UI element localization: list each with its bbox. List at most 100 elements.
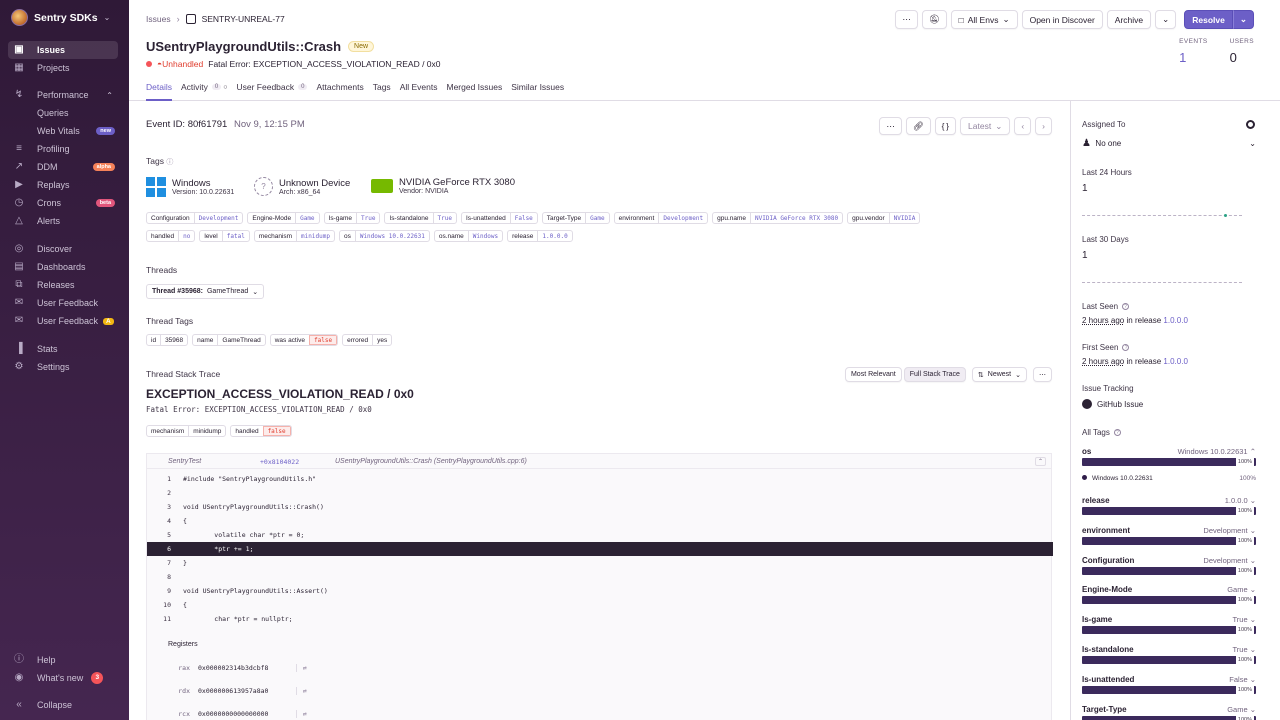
tab-user-feedback[interactable]: User Feedback 0 (236, 82, 308, 100)
resolve-button[interactable]: Resolve (1184, 10, 1233, 29)
tag-mechanism[interactable]: mechanism minidump (146, 425, 227, 437)
prev-event-button[interactable]: ‹ (1014, 117, 1032, 135)
sidebar-item-user-feedback[interactable]: ✉ User Feedback A (0, 312, 129, 330)
assignee-selector[interactable]: ♟ No one ⌄ (1082, 138, 1256, 149)
tab-all-events[interactable]: All Events (400, 82, 438, 100)
highlighted-code-line: 6 *ptr += 1; (147, 542, 1053, 556)
tab-activity[interactable]: Activity 0 ○ (181, 82, 228, 100)
help-icon: ? (1122, 344, 1130, 351)
tag-errored[interactable]: errored yes (342, 334, 393, 346)
tag-level[interactable]: level fatal (199, 230, 250, 242)
tag-is-unattended[interactable]: Is-unattended False (460, 212, 538, 224)
gear-icon[interactable] (1246, 120, 1255, 129)
tag-is-standalone[interactable]: Is-standalone True (384, 212, 457, 224)
events-value[interactable]: 1 (1179, 50, 1207, 65)
env-selector[interactable]: □ All Envs ⌄ (950, 10, 1018, 29)
sidebar-item-alerts[interactable]: △ Alerts (0, 212, 129, 230)
tag-distribution-environment[interactable]: environment Development ⌄ 100% (1082, 526, 1256, 545)
thread-selector[interactable]: Thread #35968: GameThread ⌄ (146, 284, 265, 299)
tag-value: Development (193, 213, 243, 223)
tag-environment[interactable]: environment Development (613, 212, 709, 224)
tag-was-active[interactable]: was active false (269, 334, 339, 346)
tag-distribution-is-game[interactable]: Is-game True ⌄ 100% (1082, 615, 1256, 635)
sidebar-item-replays[interactable]: ▶ Replays (0, 176, 129, 194)
tag-handled[interactable]: handled no (146, 230, 196, 242)
tag-top-value: True ⌄ (1232, 615, 1256, 624)
sidebar-item-discover[interactable]: ◎ Discover (0, 240, 129, 258)
tag-os[interactable]: os Windows 10.0.22631 (338, 230, 430, 242)
tag-target-type[interactable]: Target-Type Game (541, 212, 610, 224)
tag-is-game[interactable]: Is-game True (323, 212, 381, 224)
stack-more-button[interactable]: ⋯ (1033, 367, 1052, 382)
resolve-dropdown-button[interactable]: ⌄ (1232, 10, 1254, 29)
event-more-button[interactable]: ⋯ (879, 117, 902, 135)
sidebar-item-web-vitals[interactable]: Web Vitals new (0, 122, 129, 140)
sidebar-item-help[interactable]: ⓘ Help (0, 651, 129, 669)
sidebar-item-dashboards[interactable]: ▤ Dashboards (0, 258, 129, 276)
sidebar-item-releases[interactable]: ⧉ Releases (0, 276, 129, 294)
tag-os-name[interactable]: os.name Windows (433, 230, 504, 242)
tag-distribution-target-type[interactable]: Target-Type Game ⌄ 100% (1082, 705, 1256, 720)
tab-merged-issues[interactable]: Merged Issues (446, 82, 502, 100)
sidebar-item-queries[interactable]: Queries (0, 104, 129, 122)
org-switcher[interactable]: Sentry SDKs ⌄ (11, 9, 110, 26)
stack-frame-header[interactable]: SentryTest +0x8104022 USentryPlaygroundU… (147, 454, 1051, 469)
first-seen-release[interactable]: 1.0.0.0 (1163, 357, 1187, 366)
register-toggle-icon[interactable]: ⇄ (296, 663, 307, 672)
tag-distribution-is-standalone[interactable]: Is-standalone True ⌄ 100% (1082, 645, 1256, 664)
tag-distribution-release[interactable]: release 1.0.0.0 ⌄ 100% (1082, 496, 1256, 515)
sidebar-item-settings[interactable]: ⚙ Settings (0, 358, 129, 376)
sidebar-item-performance[interactable]: ↯ Performance ⌃ (0, 86, 129, 104)
breadcrumb-issues[interactable]: Issues (146, 14, 171, 24)
latest-event-button[interactable]: Latest ⌄ (960, 117, 1011, 135)
last-seen-release[interactable]: 1.0.0.0 (1163, 316, 1187, 325)
tag-distribution-engine-mode[interactable]: Engine-Mode Game ⌄ 100% (1082, 585, 1256, 605)
event-id-value[interactable]: 80f61791 (188, 119, 228, 130)
sidebar-item-stats[interactable]: ▐ Stats (0, 340, 129, 358)
sidebar-item-label: User Feedback (37, 298, 99, 308)
tag-release[interactable]: release 1.0.0.0 (507, 230, 573, 242)
tab-tags[interactable]: Tags (373, 82, 391, 100)
json-button[interactable]: { } (934, 117, 957, 135)
issue-subtitle: ◓Unhandled Fatal Error: EXCEPTION_ACCESS… (146, 59, 441, 69)
sort-button[interactable]: ⇅ Newest ⌄ (971, 367, 1027, 382)
tab-similar-issues[interactable]: Similar Issues (511, 82, 564, 100)
github-issue-link[interactable]: GitHub Issue (1082, 399, 1256, 409)
register-toggle-icon[interactable]: ⇄ (296, 686, 307, 695)
sidebar-item-crons[interactable]: ◷ Crons beta (0, 194, 129, 212)
open-in-discover-button[interactable]: Open in Discover (1021, 10, 1103, 29)
tag-distribution-is-unattended[interactable]: Is-unattended False ⌄ 100% (1082, 675, 1256, 694)
collapse-frame-button[interactable]: ⌃ (1035, 457, 1046, 466)
tag-distribution-os[interactable]: os Windows 10.0.22631 ⌃ 100% (1082, 447, 1256, 466)
tag-handled[interactable]: handled false (230, 425, 292, 437)
register-toggle-icon[interactable]: ⇄ (296, 709, 307, 718)
next-event-button[interactable]: › (1035, 117, 1052, 135)
tag-distribution-configuration[interactable]: Configuration Development ⌄ 100% (1082, 556, 1256, 575)
sidebar-item-ddm[interactable]: ↗ DDM alpha (0, 158, 129, 176)
sidebar-item-user-feedback[interactable]: ✉ User Feedback (0, 294, 129, 312)
archive-dropdown-button[interactable]: ⌄ (1155, 10, 1177, 29)
tag-gpu-vendor[interactable]: gpu.vendor NVIDIA (847, 212, 921, 224)
tag-mechanism[interactable]: mechanism minidump (253, 230, 335, 242)
tag-configuration[interactable]: Configuration Development (146, 212, 244, 224)
tab-details[interactable]: Details (146, 82, 172, 101)
help-icon: ? (1122, 303, 1130, 310)
sidebar-item-label: Alerts (37, 216, 61, 226)
more-actions-button[interactable]: ⋯ (895, 10, 918, 29)
tag-gpu-name[interactable]: gpu.name NVIDIA GeForce RTX 3080 (712, 212, 844, 224)
most-relevant-button[interactable]: Most Relevant (844, 367, 902, 382)
tag-id[interactable]: id 35968 (146, 334, 189, 346)
sidebar-item-projects[interactable]: ▦ Projects (0, 59, 129, 77)
tag-value: minidump (188, 426, 225, 436)
tag-engine-mode[interactable]: Engine-Mode Game (247, 212, 320, 224)
tag-name[interactable]: name GameThread (192, 334, 266, 346)
archive-button[interactable]: Archive (1106, 10, 1152, 29)
sidebar-item-what-s-new[interactable]: ◉ What's new 3 (0, 669, 129, 687)
sidebar-item-collapse[interactable]: « Collapse (0, 696, 129, 714)
copy-link-button[interactable]: 🔗︎ (905, 117, 931, 135)
tab-attachments[interactable]: Attachments (316, 82, 363, 100)
mute-button[interactable]: 🔕︎ (921, 10, 947, 29)
sidebar-item-issues[interactable]: ▣ Issues (8, 41, 118, 59)
full-stack-button[interactable]: Full Stack Trace (903, 367, 966, 382)
sidebar-item-profiling[interactable]: ≡ Profiling (0, 140, 129, 158)
